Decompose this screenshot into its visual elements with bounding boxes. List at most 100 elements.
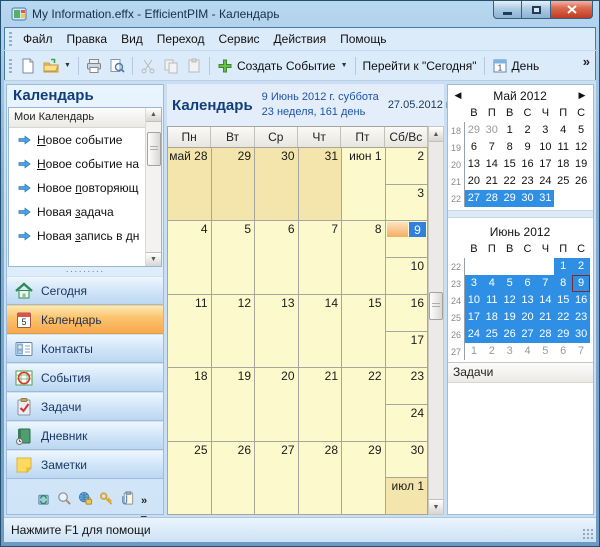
minical-day[interactable]: 5 [572,122,590,139]
globe-lock-icon[interactable] [78,491,93,506]
minical-day[interactable]: 6 [519,275,537,292]
recycle-icon[interactable] [36,491,51,506]
sidebar-item-tasks[interactable]: Задачи [7,392,163,421]
next-month-arrow-icon[interactable]: ▶ [574,90,590,101]
minical-day[interactable]: 11 [554,139,572,156]
minical-day[interactable]: 14 [483,156,501,173]
my-calendars-header[interactable]: Мои Календарь [9,108,145,128]
menubar-grip-icon[interactable] [9,32,12,46]
minical-day[interactable]: 13 [465,156,483,173]
menu-item[interactable]: Действия [267,29,334,49]
minical-day[interactable]: 22 [501,173,519,190]
day-cell[interactable]: 13 [255,295,299,368]
day-cell[interactable]: 7 [299,221,343,294]
sidebar-item-notes[interactable]: Заметки [7,450,163,479]
minical-day[interactable]: 20 [465,173,483,190]
menu-item[interactable]: Помощь [333,29,393,49]
minical-day[interactable]: 2 [483,343,501,360]
minical-day[interactable]: 1 [465,343,483,360]
copy-button[interactable] [160,56,182,76]
open-button[interactable]: ▼ [40,56,74,76]
sidebar-scrollbar[interactable]: ▲ ▼ [145,108,161,266]
minical-day[interactable]: 4 [519,343,537,360]
minimize-button[interactable] [493,1,522,19]
print-preview-button[interactable] [106,56,128,76]
minical-day[interactable]: 4 [554,122,572,139]
day-cell[interactable]: 25 [168,442,212,515]
minical-day[interactable]: 21 [536,309,554,326]
minical-day[interactable]: 3 [465,275,483,292]
titlebar[interactable]: My Information.effx - EfficientPIM - Кал… [4,0,596,27]
minical-day[interactable]: 31 [536,190,554,207]
minical-day[interactable]: 24 [536,173,554,190]
minical-day[interactable]: 7 [536,275,554,292]
minical-day[interactable]: 16 [572,292,590,309]
more-icon[interactable]: »▾ [141,491,156,506]
day-cell[interactable]: 27 [255,442,299,515]
day-cell-sunday[interactable]: 10 [386,258,429,295]
minical-day[interactable]: 30 [572,326,590,343]
day-cell[interactable]: 4 [168,221,212,294]
day-view-button[interactable]: 1День [489,56,543,76]
minical-day[interactable]: 26 [572,173,590,190]
minical-day[interactable]: 3 [501,343,519,360]
minical-day[interactable]: 27 [519,326,537,343]
minical-day[interactable]: 16 [519,156,537,173]
minical-day[interactable]: 4 [483,275,501,292]
sidebar-shortcut[interactable]: Новое событие [9,128,145,152]
minical-day[interactable]: 12 [572,139,590,156]
minical-day[interactable]: 5 [536,343,554,360]
search-icon[interactable] [57,491,72,506]
minical-day[interactable]: 25 [483,326,501,343]
day-cell[interactable]: 19 [212,368,256,441]
minical-day[interactable]: 14 [536,292,554,309]
minical-day[interactable]: 1 [501,122,519,139]
scrollbar-thumb[interactable] [429,292,443,320]
menu-item[interactable]: Файл [16,29,60,49]
sidebar-item-events[interactable]: События [7,363,163,392]
day-cell[interactable]: 20 [255,368,299,441]
sidebar-item-contacts[interactable]: Контакты [7,334,163,363]
minical-day[interactable]: 30 [483,122,501,139]
minical-day[interactable]: 7 [483,139,501,156]
day-cell-saturday[interactable]: 2 [386,148,429,185]
day-cell-sunday[interactable]: 24 [386,405,429,442]
day-cell[interactable]: 14 [299,295,343,368]
menu-item[interactable]: Сервис [211,29,266,49]
sidebar-shortcut[interactable]: Новая запись в дн [9,224,145,248]
minical-day[interactable]: 22 [554,309,572,326]
new-button[interactable] [17,56,39,76]
minical-day[interactable]: 10 [465,292,483,309]
day-cell-sunday[interactable]: 17 [386,332,429,369]
minical-day[interactable]: 23 [572,309,590,326]
minical-day[interactable]: 23 [519,173,537,190]
minical-day[interactable]: 6 [554,343,572,360]
clipboard-attach-icon[interactable] [120,491,135,506]
sidebar-shortcut[interactable]: Новое событие на [9,152,145,176]
paste-button[interactable] [183,56,205,76]
sidebar-item-diary[interactable]: Дневник [7,421,163,450]
close-button[interactable] [551,1,593,19]
minical-day[interactable]: 3 [536,122,554,139]
minical-day[interactable]: 24 [465,326,483,343]
day-cell[interactable]: 21 [299,368,343,441]
scrollbar-thumb[interactable] [147,132,161,166]
minical-day[interactable]: 11 [483,292,501,309]
toolbar-grip-icon[interactable] [9,59,12,73]
sidebar-splitter[interactable] [7,267,163,276]
print-button[interactable] [83,56,105,76]
scroll-down-icon[interactable]: ▼ [429,499,443,514]
minical-day[interactable]: 20 [519,309,537,326]
sidebar-shortcut[interactable]: Новое повторяющ [9,176,145,200]
day-cell[interactable]: май 28 [168,148,212,221]
day-cell-saturday[interactable]: 16 [386,295,429,332]
day-cell-sunday[interactable]: 3 [386,185,429,222]
day-cell-saturday[interactable]: 23 [386,368,429,405]
day-cell[interactable]: 26 [212,442,256,515]
sidebar-item-home[interactable]: Сегодня [7,276,163,305]
day-cell[interactable]: 18 [168,368,212,441]
minical-day[interactable]: 8 [501,139,519,156]
day-cell[interactable]: 29 [342,442,386,515]
minical-day[interactable]: 1 [554,258,572,275]
day-cell[interactable]: 22 [342,368,386,441]
